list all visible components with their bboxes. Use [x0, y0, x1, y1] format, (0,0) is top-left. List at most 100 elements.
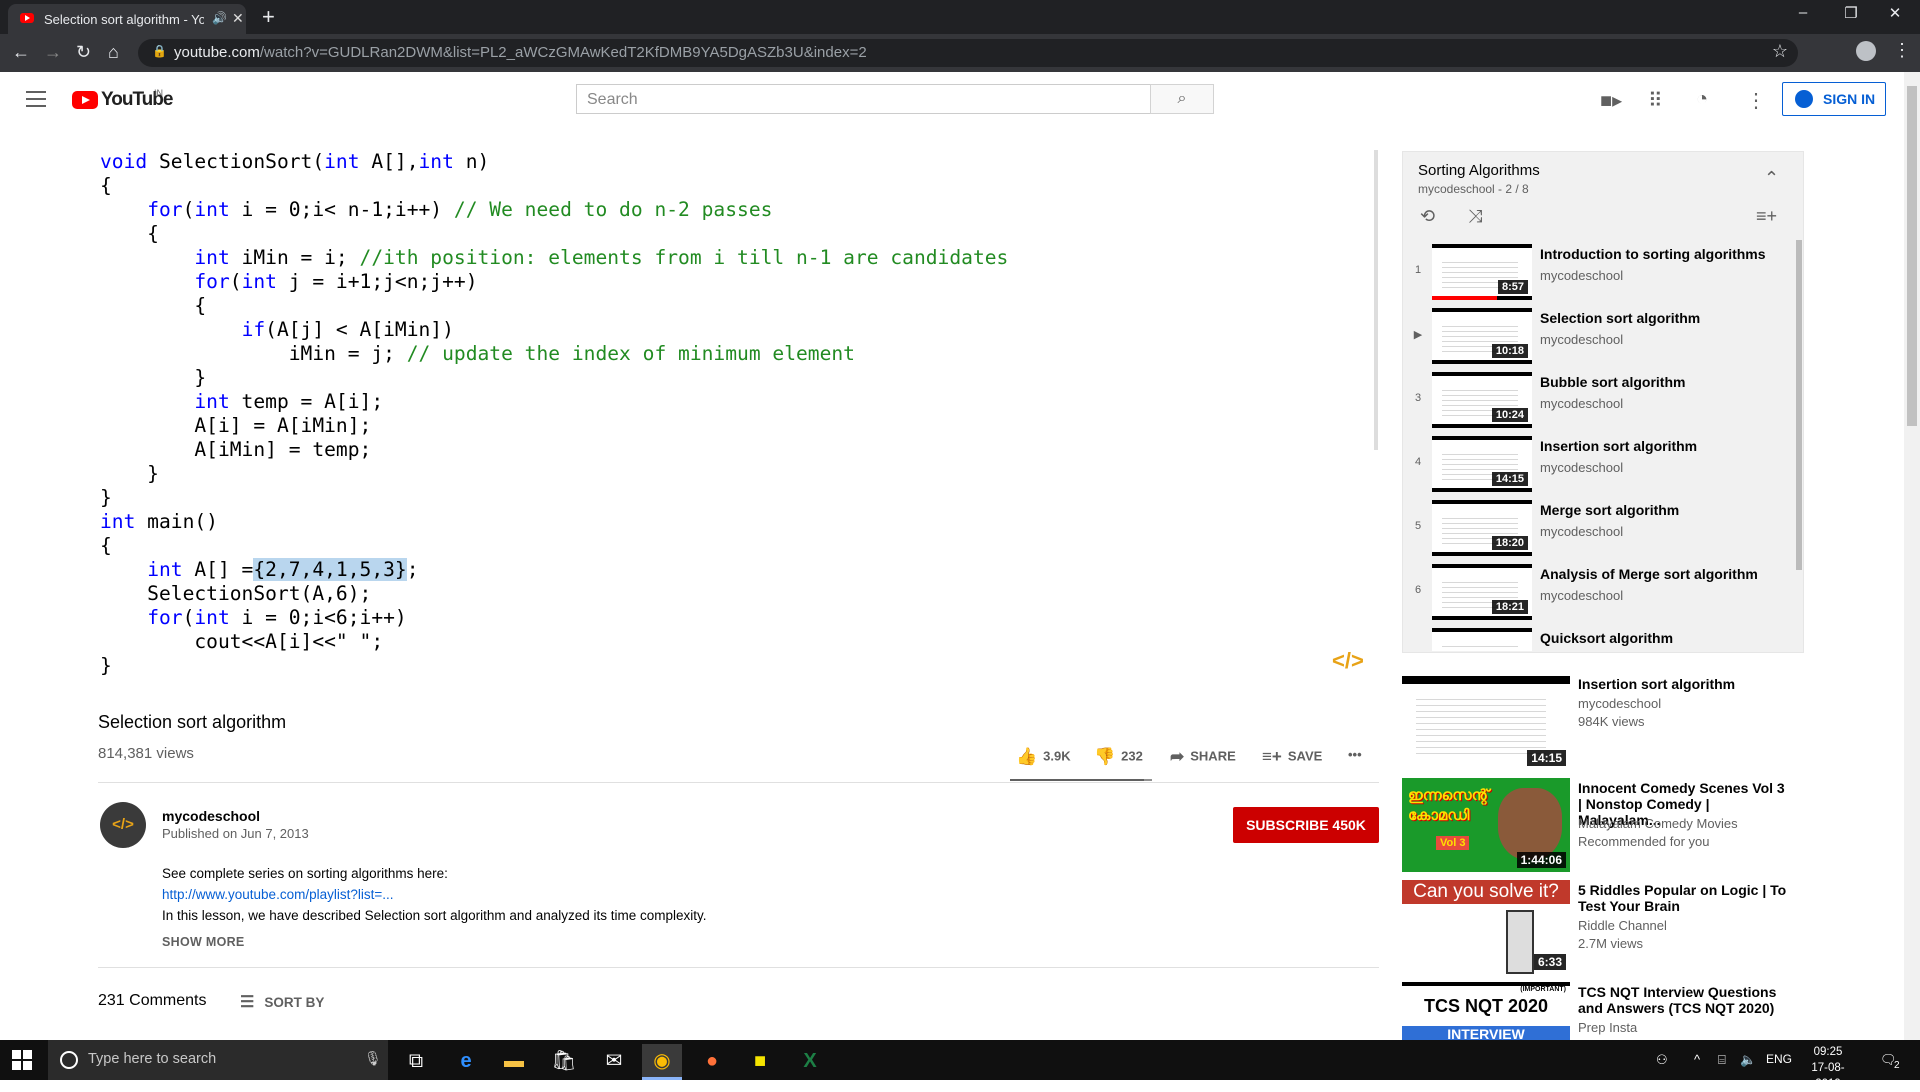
tab-close-icon[interactable]: ✕: [232, 10, 244, 27]
speaker-icon[interactable]: 🔊: [212, 11, 227, 25]
back-arrow-icon[interactable]: ←: [12, 42, 30, 63]
recommended-title[interactable]: Insertion sort algorithm: [1578, 676, 1788, 692]
browser-tab[interactable]: Selection sort algorithm - Yo 🔊 ✕: [8, 4, 246, 34]
minimize-button[interactable]: –: [1780, 4, 1826, 21]
playlist-item[interactable]: 5 18:20 Merge sort algorithm mycodeschool: [1410, 500, 1790, 560]
network-icon[interactable]: ⌸: [1718, 1052, 1726, 1068]
playlist-item-title[interactable]: Introduction to sorting algorithms: [1540, 246, 1780, 262]
save-playlist-icon[interactable]: ≡+: [1756, 206, 1777, 227]
new-tab-button[interactable]: +: [262, 4, 275, 30]
recommended-thumbnail[interactable]: Can you solve it? 6:33: [1402, 880, 1570, 974]
home-icon[interactable]: ⌂: [108, 42, 119, 63]
dislike-button[interactable]: 👎 232: [1094, 747, 1143, 767]
messages-icon[interactable]: ◔: [1696, 88, 1708, 111]
recommended-channel[interactable]: Riddle Channel: [1578, 918, 1667, 933]
people-icon[interactable]: ⚇: [1656, 1052, 1668, 1068]
sticky-notes-icon[interactable]: ■: [740, 1044, 780, 1080]
recommended-thumbnail[interactable]: (IMPORTANT) TCS NQT 2020 INTERVIEW: [1402, 982, 1570, 1040]
file-explorer-icon[interactable]: ▬: [494, 1044, 534, 1080]
more-actions-button[interactable]: •••: [1348, 747, 1362, 762]
playlist-item-title[interactable]: Selection sort algorithm: [1540, 310, 1780, 326]
playlist-item[interactable]: Quicksort algorithm: [1410, 628, 1790, 651]
playlist-item[interactable]: 6 18:21 Analysis of Merge sort algorithm my…: [1410, 564, 1790, 624]
playlist-item-thumbnail[interactable]: 14:15: [1432, 436, 1532, 492]
profile-avatar-icon[interactable]: [1856, 41, 1876, 61]
page-scrollbar[interactable]: [1904, 72, 1920, 1040]
description-link[interactable]: http://www.youtube.com/playlist?list=...: [162, 887, 393, 902]
playlist-item-thumbnail[interactable]: 18:21: [1432, 564, 1532, 620]
address-bar[interactable]: 🔒 youtube.com/watch?v=GUDLRan2DWM&list=P…: [138, 39, 1798, 67]
recommended-thumbnail[interactable]: 14:15: [1402, 676, 1570, 770]
scrollbar-thumb[interactable]: [1907, 86, 1917, 426]
show-more-button[interactable]: SHOW MORE: [162, 935, 245, 949]
hamburger-menu-icon[interactable]: [26, 91, 46, 112]
playlist-item[interactable]: ▶ 10:18 Selection sort algorithm mycodescho…: [1410, 308, 1790, 368]
loop-icon[interactable]: ⟲: [1420, 206, 1435, 227]
share-button[interactable]: ➦ SHARE: [1170, 747, 1236, 767]
search-input[interactable]: Search: [576, 84, 1150, 114]
create-video-icon[interactable]: ■▸: [1600, 88, 1622, 113]
playlist-item-thumbnail[interactable]: 10:18: [1432, 308, 1532, 364]
recommended-channel[interactable]: mycodeschool: [1578, 696, 1661, 711]
playlist-link[interactable]: http://www.youtube.com/playlist?list=...: [162, 887, 393, 902]
volume-icon[interactable]: 🔈: [1740, 1052, 1756, 1068]
playlist-item-title[interactable]: Insertion sort algorithm: [1540, 438, 1780, 454]
like-button[interactable]: 👍 3.9K: [1016, 747, 1071, 767]
shuffle-icon[interactable]: ⤨: [1468, 206, 1482, 227]
settings-menu-icon[interactable]: ⋮: [1746, 88, 1766, 113]
chrome-icon[interactable]: ◉: [642, 1044, 682, 1080]
microphone-icon[interactable]: 🎙: [364, 1050, 382, 1067]
save-button[interactable]: ≡+ SAVE: [1262, 747, 1322, 767]
restore-button[interactable]: ❐: [1828, 4, 1874, 22]
subscribe-button[interactable]: SUBSCRIBE 450K: [1233, 807, 1379, 843]
firefox-icon[interactable]: ●: [692, 1044, 732, 1080]
sign-in-button[interactable]: SIGN IN: [1782, 82, 1886, 116]
window-close-button[interactable]: ✕: [1872, 4, 1918, 22]
excel-icon[interactable]: X: [790, 1044, 830, 1080]
playlist-item-thumbnail[interactable]: 10:24: [1432, 372, 1532, 428]
playlist-scrollbar[interactable]: [1796, 240, 1802, 570]
bookmark-star-icon[interactable]: ☆: [1772, 41, 1788, 62]
channel-name[interactable]: mycodeschool: [162, 808, 260, 824]
browser-menu-icon[interactable]: ⋮: [1893, 40, 1911, 61]
recommended-channel[interactable]: Malayalam Comedy Movies: [1578, 816, 1738, 831]
playlist-item[interactable]: 4 14:15 Insertion sort algorithm mycodescho…: [1410, 436, 1790, 496]
language-indicator[interactable]: ENG: [1766, 1052, 1792, 1066]
recommended-title[interactable]: TCS NQT Interview Questions and Answers …: [1578, 984, 1788, 1016]
video-title: Selection sort algorithm: [98, 712, 287, 732]
forward-arrow-icon[interactable]: →: [44, 42, 62, 63]
taskbar-clock[interactable]: 09:25 17-08-2019: [1800, 1044, 1856, 1092]
apps-grid-icon[interactable]: ⠿: [1648, 88, 1663, 113]
task-view-icon[interactable]: ⧉: [396, 1044, 436, 1080]
collapse-chevron-icon[interactable]: ⌃: [1764, 168, 1779, 189]
playlist-title[interactable]: Sorting Algorithms: [1418, 162, 1540, 179]
playlist-item-thumbnail[interactable]: [1432, 628, 1532, 651]
sort-by-button[interactable]: ☰ SORT BY: [240, 992, 324, 1012]
playlist-item[interactable]: 1 8:57 Introduction to sorting algorithms m…: [1410, 244, 1790, 304]
search-button[interactable]: ⌕: [1150, 84, 1214, 114]
channel-avatar[interactable]: </>: [100, 802, 146, 848]
reload-icon[interactable]: ↻: [76, 42, 91, 63]
taskbar-search[interactable]: Type here to search 🎙: [48, 1040, 388, 1080]
playlist-item-title[interactable]: Quicksort algorithm: [1540, 630, 1780, 646]
recommended-video[interactable]: (IMPORTANT) TCS NQT 2020 INTERVIEW TCS NQT …: [1402, 982, 1802, 1040]
recommended-video[interactable]: 14:15 Insertion sort algorithm mycodeschoo…: [1402, 676, 1802, 772]
playlist-item-thumbnail[interactable]: 8:57: [1432, 244, 1532, 300]
video-player[interactable]: void SelectionSort(int A[],int n) { for(…: [98, 148, 1372, 688]
edge-icon[interactable]: e: [446, 1044, 486, 1080]
mail-icon[interactable]: ✉: [594, 1044, 634, 1080]
recommended-channel[interactable]: Prep Insta: [1578, 1020, 1637, 1035]
playlist-item-title[interactable]: Merge sort algorithm: [1540, 502, 1780, 518]
recommended-video[interactable]: Can you solve it? 6:33 5 Riddles Popular o…: [1402, 880, 1802, 976]
playlist-item[interactable]: 3 10:24 Bubble sort algorithm mycodeschool: [1410, 372, 1790, 432]
store-icon[interactable]: 🛍: [544, 1044, 584, 1080]
playlist-item-title[interactable]: Analysis of Merge sort algorithm: [1540, 566, 1780, 582]
playlist-item-title[interactable]: Bubble sort algorithm: [1540, 374, 1780, 390]
tray-chevron-icon[interactable]: ^: [1694, 1052, 1700, 1067]
recommended-video[interactable]: ഇന്നസെന്റ് കോമഡി Vol 3 1:44:06 Innocent Com…: [1402, 778, 1802, 874]
channel-watermark-icon[interactable]: </>: [1332, 648, 1364, 674]
playlist-item-thumbnail[interactable]: 18:20: [1432, 500, 1532, 556]
recommended-title[interactable]: 5 Riddles Popular on Logic | To Test You…: [1578, 882, 1788, 914]
windows-start-icon[interactable]: [12, 1050, 32, 1070]
recommended-thumbnail[interactable]: ഇന്നസെന്റ് കോമഡി Vol 3 1:44:06: [1402, 778, 1570, 872]
